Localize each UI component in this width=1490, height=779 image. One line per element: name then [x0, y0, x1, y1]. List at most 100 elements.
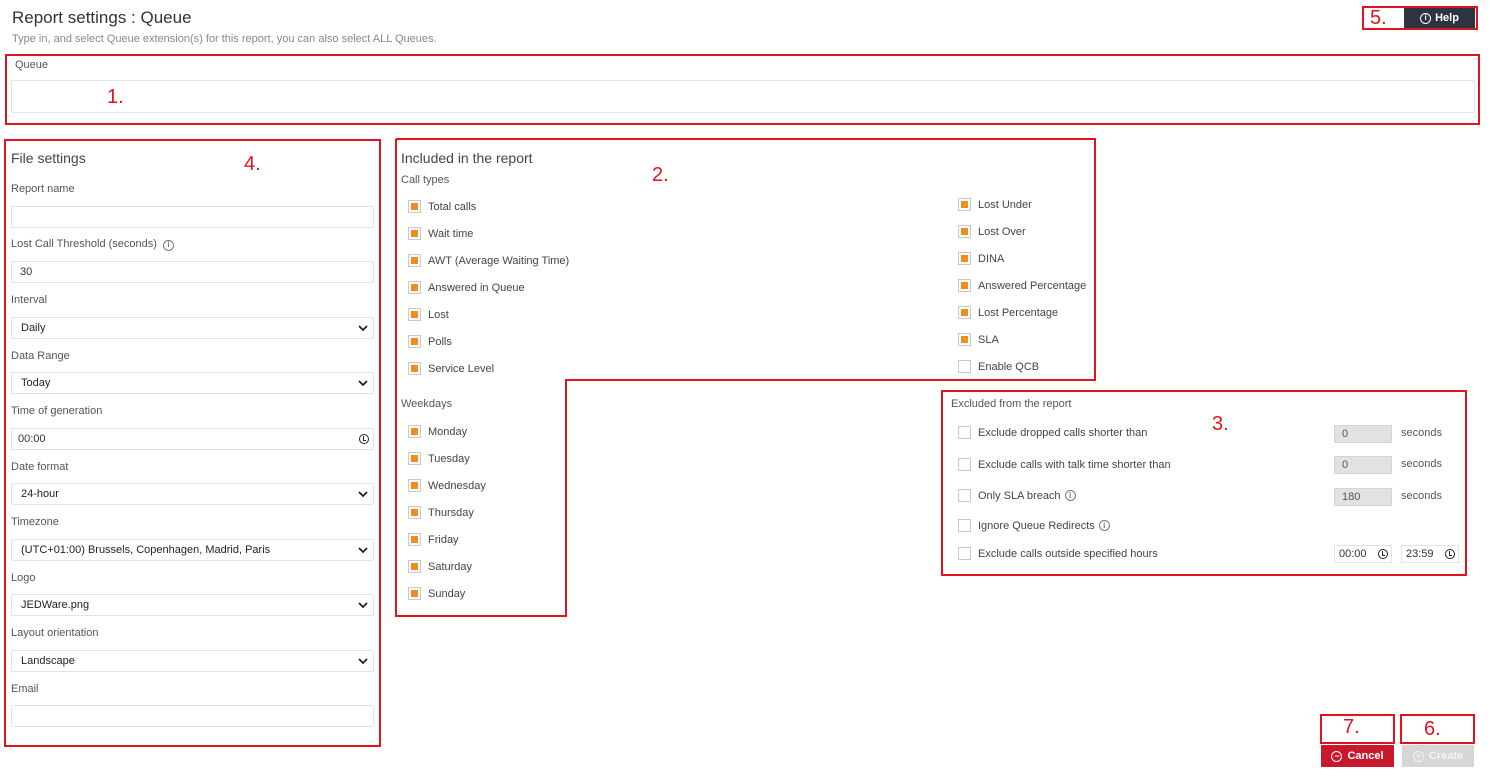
info-icon[interactable]: i [1064, 490, 1076, 501]
clock-icon[interactable] [1378, 549, 1388, 559]
checkbox-item[interactable]: Tuesday [408, 452, 470, 465]
checkbox-checked[interactable] [408, 335, 421, 348]
only-sla-breach-label: Only SLA breach [978, 489, 1061, 502]
checkbox-box[interactable] [958, 426, 971, 439]
seconds-unit-label: seconds [1401, 490, 1442, 502]
checkbox-item[interactable]: Sunday [408, 587, 465, 600]
checkbox-item[interactable]: AWT (Average Waiting Time) [408, 254, 569, 267]
checkbox-box[interactable] [958, 547, 971, 560]
minus-circle-icon: − [1331, 750, 1343, 762]
checkbox-box[interactable] [958, 458, 971, 471]
checkbox-item[interactable]: Answered in Queue [408, 281, 525, 294]
checkbox-item[interactable]: Answered Percentage [958, 279, 1086, 292]
plus-circle-icon: + [1412, 750, 1424, 762]
checkbox-item[interactable]: Lost Under [958, 198, 1032, 211]
only-sla-breach-checkbox[interactable]: Only SLA breach i [958, 489, 1076, 502]
checkbox-checked[interactable] [408, 587, 421, 600]
checkbox-item[interactable]: Thursday [408, 506, 474, 519]
checkbox-label: SLA [978, 333, 999, 346]
cancel-button-label: Cancel [1347, 750, 1384, 762]
checkbox-checked[interactable] [958, 333, 971, 346]
checkbox-box[interactable] [958, 519, 971, 532]
seconds-unit-label: seconds [1401, 427, 1442, 439]
checkbox-item[interactable]: SLA [958, 333, 999, 346]
checkbox-checked[interactable] [408, 425, 421, 438]
exclude-talk-time-seconds-input[interactable]: 0 [1334, 456, 1392, 474]
exclude-dropped-checkbox[interactable]: Exclude dropped calls shorter than [958, 426, 1147, 439]
exclude-outside-hours-label: Exclude calls outside specified hours [978, 547, 1158, 560]
checkbox-checked[interactable] [958, 279, 971, 292]
checkbox-item[interactable]: Lost Percentage [958, 306, 1058, 319]
exclude-talk-time-label: Exclude calls with talk time shorter tha… [978, 458, 1171, 471]
checkbox-checked[interactable] [958, 252, 971, 265]
checkbox-checked[interactable] [408, 281, 421, 294]
checkbox-checked[interactable] [408, 560, 421, 573]
checkbox-checked[interactable] [408, 254, 421, 267]
checkbox-checked[interactable] [408, 452, 421, 465]
hours-from-input[interactable]: 00:00 [1334, 545, 1392, 563]
checkbox-item[interactable]: Friday [408, 533, 459, 546]
checkbox-checked[interactable] [408, 479, 421, 492]
checkbox-label: Monday [428, 425, 468, 438]
create-button-label: Create [1428, 750, 1464, 762]
info-icon[interactable]: i [1098, 520, 1110, 531]
checkbox-label: Answered in Queue [428, 281, 525, 294]
checkbox-checked[interactable] [408, 227, 421, 240]
exclude-talk-time-checkbox[interactable]: Exclude calls with talk time shorter tha… [958, 458, 1171, 471]
call-types-label: Call types [401, 174, 450, 186]
checkbox-item[interactable]: Polls [408, 335, 452, 348]
checkbox-item[interactable]: Wednesday [408, 479, 486, 492]
checkbox-label: Wednesday [428, 479, 486, 492]
annotation-number-2: 2. [652, 164, 669, 186]
checkbox-item[interactable]: Monday [408, 425, 467, 438]
checkbox-checked[interactable] [408, 308, 421, 321]
seconds-unit-label: seconds [1401, 458, 1442, 470]
weekdays-label: Weekdays [401, 398, 453, 410]
annotation-number-6: 6. [1424, 718, 1441, 740]
checkbox-label: Saturday [428, 560, 473, 573]
checkbox-item[interactable]: Enable QCB [958, 360, 1039, 373]
checkbox-label: Wait time [428, 227, 474, 240]
checkbox-label: Polls [428, 335, 452, 348]
checkbox-label: Lost Under [978, 198, 1032, 211]
ignore-queue-redirects-checkbox[interactable]: Ignore Queue Redirects i [958, 519, 1110, 532]
checkbox-item[interactable]: Wait time [408, 227, 473, 240]
checkbox-box[interactable] [958, 489, 971, 502]
checkbox-item[interactable]: Total calls [408, 200, 476, 213]
excluded-title: Excluded from the report [951, 398, 1072, 410]
checkbox-item[interactable]: DINA [958, 252, 1004, 265]
checkbox-label: Thursday [428, 506, 474, 519]
clock-icon[interactable] [1445, 549, 1455, 559]
included-title: Included in the report [401, 150, 533, 166]
exclude-dropped-label: Exclude dropped calls shorter than [978, 426, 1148, 439]
checkbox-checked[interactable] [958, 225, 971, 238]
checkbox-label: Answered Percentage [978, 279, 1087, 292]
create-button[interactable]: + Create [1402, 745, 1474, 767]
checkbox-label: AWT (Average Waiting Time) [428, 254, 570, 267]
hours-to-input[interactable]: 23:59 [1401, 545, 1459, 563]
annotation-number-3: 3. [1212, 413, 1229, 435]
checkbox-checked[interactable] [408, 506, 421, 519]
checkbox-item[interactable]: Lost Over [958, 225, 1026, 238]
checkbox-item[interactable]: Saturday [408, 560, 472, 573]
checkbox-checked[interactable] [408, 362, 421, 375]
checkbox-label: Service Level [428, 362, 495, 375]
cancel-button[interactable]: − Cancel [1321, 745, 1394, 767]
ignore-queue-redirects-label: Ignore Queue Redirects [978, 519, 1095, 532]
checkbox-label: Total calls [428, 200, 477, 213]
sla-breach-seconds-input[interactable]: 180 [1334, 488, 1392, 506]
checkbox-label: Sunday [428, 587, 466, 600]
checkbox-label: Lost Over [978, 225, 1026, 238]
checkbox-checked[interactable] [408, 200, 421, 213]
checkbox-label: Lost [428, 308, 449, 321]
checkbox-label: Friday [428, 533, 459, 546]
checkbox-item[interactable]: Lost [408, 308, 449, 321]
exclude-outside-hours-checkbox[interactable]: Exclude calls outside specified hours [958, 547, 1158, 560]
checkbox-checked[interactable] [408, 533, 421, 546]
checkbox-checked[interactable] [958, 198, 971, 211]
annotation-number-7: 7. [1343, 716, 1360, 738]
checkbox-checked[interactable] [958, 306, 971, 319]
checkbox-unchecked[interactable] [958, 360, 971, 373]
checkbox-item[interactable]: Service Level [408, 362, 494, 375]
exclude-dropped-seconds-input[interactable]: 0 [1334, 425, 1392, 443]
